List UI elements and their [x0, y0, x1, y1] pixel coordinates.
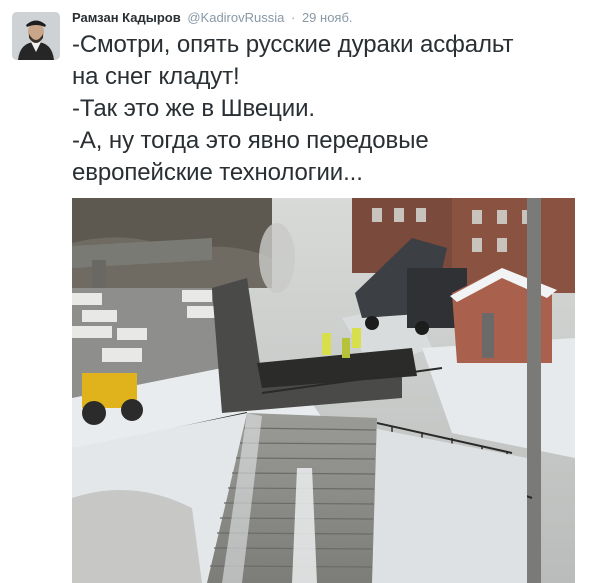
tweet-timestamp[interactable]: 29 нояб. [302, 10, 353, 25]
tweet-header: Рамзан Кадыров @KadirovRussia · 29 нояб. [72, 10, 353, 26]
street-scene-photo [72, 198, 575, 583]
avatar[interactable] [12, 12, 60, 60]
tweet-line: -А, ну тогда это явно передовые [72, 127, 429, 154]
tweet-line: европейские технологии... [72, 159, 363, 186]
author-name[interactable]: Рамзан Кадыров [72, 10, 181, 25]
tweet-text: -Смотри, опять русские дураки асфальт на… [72, 29, 592, 189]
tweet-line: -Так это же в Швеции. [72, 95, 315, 122]
avatar-portrait-icon [12, 12, 60, 60]
tweet-line: -Смотри, опять русские дураки асфальт [72, 31, 514, 58]
tweet-photo[interactable] [72, 198, 575, 583]
tweet-line: на снег кладут! [72, 63, 240, 90]
author-handle[interactable]: @KadirovRussia [187, 10, 284, 25]
separator-dot: · [290, 10, 296, 25]
